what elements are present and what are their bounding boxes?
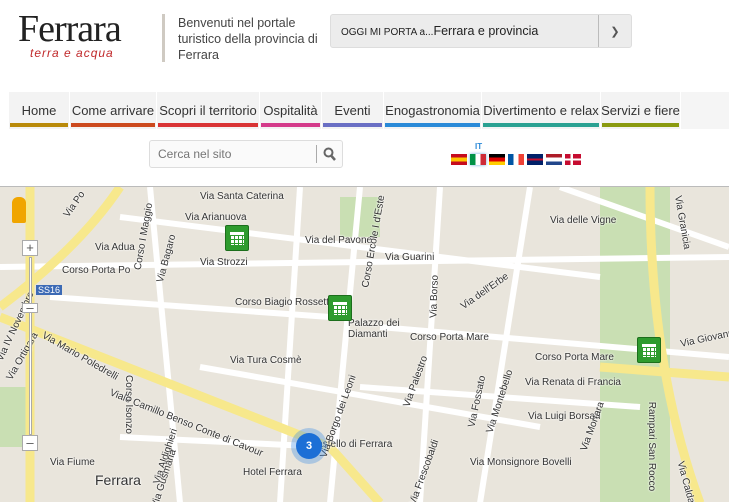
pegman-icon[interactable] — [12, 197, 26, 223]
street-label: Rampari San Rocco — [646, 401, 658, 492]
poi-label: Palazzo dei Diamanti — [348, 318, 400, 340]
street-label: Corso Porta Mare — [410, 332, 489, 343]
street-label: Via Adua — [95, 242, 135, 253]
nav-enogastronomia[interactable]: Enogastronomia — [384, 92, 482, 129]
nav-color-bar — [261, 123, 320, 127]
nav-label: Enogastronomia — [385, 103, 480, 118]
street-label: Via Fiume — [50, 457, 95, 468]
street-label: Via Renata di Francia — [525, 377, 621, 388]
nav-color-bar — [602, 123, 679, 127]
chevron-down-icon[interactable]: ❯ — [598, 15, 631, 47]
search-input[interactable] — [150, 147, 316, 161]
map[interactable]: Via Santa Caterina Via Arianuova Via del… — [0, 186, 729, 502]
street-label: Corso Porta Po — [62, 265, 131, 276]
event-marker[interactable] — [637, 337, 661, 363]
nav-color-bar — [158, 123, 258, 127]
street-label: Via delle Vigne — [550, 215, 617, 226]
zoom-out-button[interactable]: – — [22, 435, 38, 451]
event-marker[interactable] — [328, 295, 352, 321]
calendar-icon — [642, 343, 656, 357]
zoom-slider-handle[interactable]: – — [22, 301, 38, 314]
street-label: Via Borso — [428, 274, 441, 319]
site-search — [149, 140, 343, 168]
destination-select[interactable]: OGGI MI PORTA a...Ferrara e provincia ❯ — [330, 14, 632, 48]
main-nav: Home Come arrivare Scopri il territorio … — [9, 92, 729, 129]
nav-servizi-fiere[interactable]: Servizi e fiere — [601, 92, 681, 129]
nav-eventi[interactable]: Eventi — [322, 92, 384, 129]
nav-color-bar — [10, 123, 68, 127]
nav-label: Eventi — [334, 103, 371, 118]
nav-label: Home — [21, 103, 57, 118]
nav-ospitalita[interactable]: Ospitalità — [260, 92, 322, 129]
nav-label: Divertimento e relax — [483, 103, 599, 118]
flag-dk-icon[interactable] — [565, 154, 581, 165]
street-label: Corso Porta Mare — [535, 352, 614, 363]
nav-label: Come arrivare — [71, 103, 155, 118]
street-label: Via Santa Caterina — [200, 191, 284, 202]
search-icon[interactable] — [316, 145, 342, 163]
street-label: Via Guarini — [385, 252, 435, 263]
flag-nl-icon[interactable] — [546, 154, 562, 165]
street-label: Via Arianuova — [185, 212, 247, 223]
nav-divertimento[interactable]: Divertimento e relax — [482, 92, 601, 129]
header-divider — [162, 14, 165, 62]
nav-color-bar — [483, 123, 599, 127]
road-shield: SS16 — [36, 285, 63, 295]
nav-home[interactable]: Home — [9, 92, 70, 129]
poi-label: Hotel Ferrara — [243, 467, 302, 478]
calendar-icon — [230, 231, 244, 245]
flag-de-icon[interactable] — [489, 154, 505, 165]
street-label: Via Monsignore Bovelli — [470, 457, 572, 468]
nav-label: Servizi e fiere — [601, 103, 680, 118]
nav-come-arrivare[interactable]: Come arrivare — [70, 92, 157, 129]
street-label: Via Tura Cosmè — [230, 355, 302, 366]
street-label: Corso Isonzo — [122, 375, 134, 434]
nav-scopri-territorio[interactable]: Scopri il territorio — [157, 92, 260, 129]
street-label: Corso Biagio Rossetti — [235, 297, 332, 308]
zoom-in-button[interactable]: + — [22, 240, 38, 256]
nav-color-bar — [385, 123, 480, 127]
welcome-text: Benvenuti nel portale turistico della pr… — [178, 16, 318, 62]
street-label: Via del Pavone — [305, 235, 373, 246]
nav-color-bar — [323, 123, 382, 127]
event-marker[interactable] — [225, 225, 249, 251]
street-label: Via Strozzi — [200, 257, 248, 268]
select-prefix: OGGI MI PORTA a... — [341, 27, 434, 38]
flag-es-icon[interactable] — [451, 154, 467, 165]
marker-cluster[interactable]: 3 — [296, 433, 322, 459]
current-language: IT — [475, 142, 483, 151]
zoom-slider[interactable] — [29, 257, 32, 435]
city-label: Ferrara — [95, 472, 141, 488]
nav-label: Scopri il territorio — [159, 103, 257, 118]
calendar-icon — [333, 301, 347, 315]
flag-fr-icon[interactable] — [508, 154, 524, 165]
flag-gb-icon[interactable] — [527, 154, 543, 165]
select-value: Ferrara e provincia — [433, 24, 539, 38]
site-logo[interactable]: Ferrara terra e acqua — [18, 10, 158, 66]
nav-color-bar — [71, 123, 155, 127]
nav-label: Ospitalità — [263, 103, 318, 118]
flag-it-icon[interactable] — [470, 154, 486, 165]
